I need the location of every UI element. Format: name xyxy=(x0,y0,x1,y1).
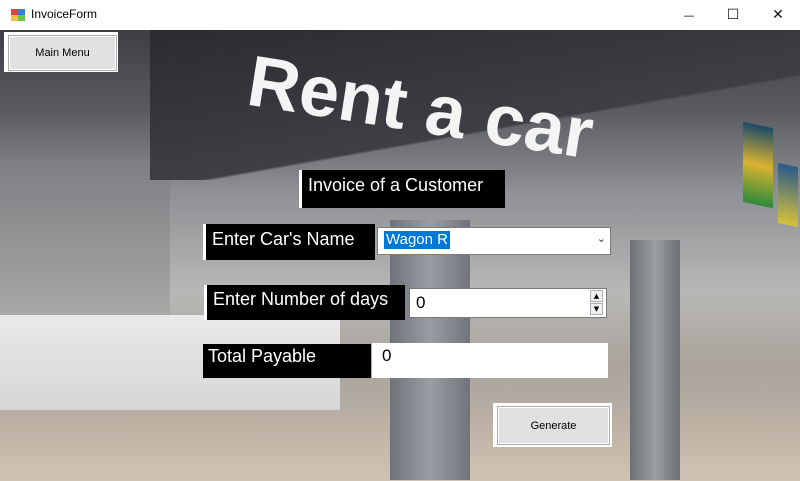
car-name-selected-value: Wagon R xyxy=(384,231,450,249)
triangle-down-icon[interactable]: ▼ xyxy=(590,303,603,315)
generate-button[interactable]: Generate xyxy=(497,406,610,445)
minimize-icon: — xyxy=(683,8,695,22)
days-spin-buttons: ▲ ▼ xyxy=(590,290,603,316)
page-heading: Invoice of a Customer xyxy=(299,170,505,208)
background-pillar-2 xyxy=(630,240,680,480)
days-label: Enter Number of days xyxy=(204,285,405,320)
total-payable-label: Total Payable xyxy=(203,344,371,378)
minimize-button[interactable]: — xyxy=(666,0,712,30)
days-numeric-input[interactable]: 0 ▲ ▼ xyxy=(409,288,607,318)
car-name-label: Enter Car's Name xyxy=(203,224,375,260)
total-payable-value: 0 xyxy=(382,346,392,365)
app-icon xyxy=(11,9,25,21)
maximize-icon: ☐ xyxy=(726,7,740,23)
window-title: InvoiceForm xyxy=(31,7,98,21)
main-menu-button[interactable]: Main Menu xyxy=(8,35,117,71)
days-value[interactable]: 0 xyxy=(416,293,425,313)
background-screen-2 xyxy=(778,162,798,228)
total-payable-box: 0 xyxy=(372,343,608,378)
triangle-up-icon[interactable]: ▲ xyxy=(590,290,603,302)
maximize-button[interactable]: ☐ xyxy=(710,0,756,30)
chevron-down-icon[interactable]: ⌄ xyxy=(597,232,606,245)
close-icon: ✕ xyxy=(772,7,784,23)
form-client-area: Rent a car Main Menu Invoice of a Custom… xyxy=(0,30,800,481)
close-button[interactable]: ✕ xyxy=(755,0,800,30)
car-name-combobox[interactable]: Wagon R ⌄ xyxy=(377,227,611,255)
background-screen xyxy=(743,121,773,209)
window-titlebar: InvoiceForm — ☐ ✕ xyxy=(0,0,800,30)
